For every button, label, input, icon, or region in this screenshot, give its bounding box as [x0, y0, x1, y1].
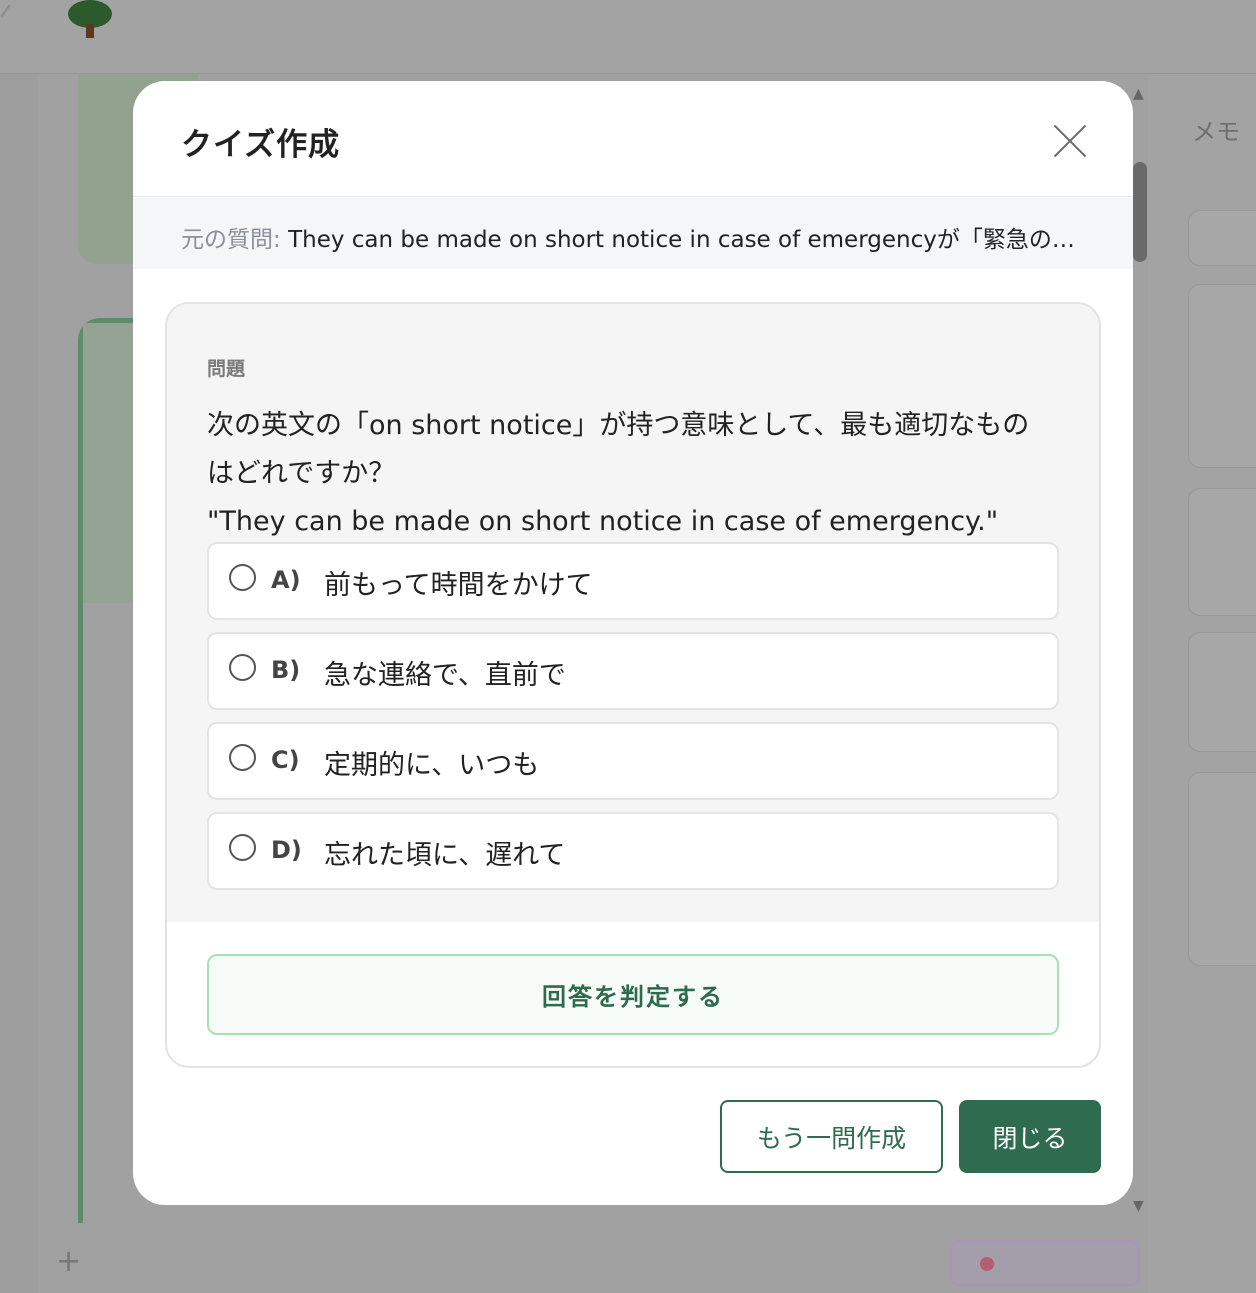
original-question-bar: 元の質問: They can be made on short notice i…: [133, 198, 1133, 269]
pencil-icon: [0, 4, 18, 22]
scroll-down-icon: ▼: [1133, 1198, 1144, 1214]
create-another-button[interactable]: もう一問作成: [720, 1100, 943, 1173]
question-line: はどれですか？: [207, 458, 396, 489]
question-sentence: "They can be made on short notice in cas…: [207, 506, 999, 537]
radio-icon[interactable]: [229, 744, 256, 771]
scrollbar-thumb: [1133, 162, 1147, 262]
memo-card: [1188, 284, 1256, 468]
memo-card: [1188, 632, 1256, 752]
question-label: 問題: [207, 358, 246, 380]
option-a[interactable]: A) 前もって時間をかけて: [207, 542, 1059, 620]
quiz-card: 問題 次の英文の「on short notice」が持つ意味として、最も適切なも…: [165, 302, 1101, 1068]
option-c[interactable]: C) 定期的に、いつも: [207, 722, 1059, 800]
original-question-label: 元の質問:: [181, 227, 281, 253]
memo-card: [1188, 772, 1256, 966]
option-text: 前もって時間をかけて: [324, 570, 593, 601]
close-icon[interactable]: [1051, 122, 1089, 160]
option-letter: B): [271, 656, 301, 684]
option-text: 忘れた頃に、遅れて: [324, 840, 566, 871]
quiz-modal: クイズ作成 元の質問: They can be made on short no…: [133, 81, 1133, 1205]
memo-label: メモ: [1192, 118, 1240, 146]
option-d[interactable]: D) 忘れた頃に、遅れて: [207, 812, 1059, 890]
option-text: 定期的に、いつも: [324, 750, 540, 781]
option-text: 急な連絡で、直前で: [324, 660, 566, 691]
thinking-mode-selector: [950, 1240, 1140, 1286]
original-question-text: They can be made on short notice in case…: [288, 227, 1075, 253]
question-area: 問題 次の英文の「on short notice」が持つ意味として、最も適切なも…: [167, 304, 1099, 922]
plus-icon: +: [56, 1244, 82, 1279]
modal-header: クイズ作成: [133, 81, 1133, 197]
judge-answer-button[interactable]: 回答を判定する: [207, 954, 1059, 1035]
question-text: 次の英文の「on short notice」が持つ意味として、最も適切なもの は…: [207, 402, 1067, 546]
modal-title: クイズ作成: [181, 127, 341, 163]
option-letter: A): [271, 566, 301, 594]
question-line: 次の英文の「on short notice」が持つ意味として、最も適切なもの: [207, 410, 1030, 441]
option-b[interactable]: B) 急な連絡で、直前で: [207, 632, 1059, 710]
app-header: [0, 0, 1256, 74]
tree-logo-icon: [66, 0, 114, 42]
thinking-icon: [980, 1257, 994, 1271]
radio-icon[interactable]: [229, 654, 256, 681]
radio-icon[interactable]: [229, 564, 256, 591]
memo-card: [1188, 488, 1256, 616]
close-button[interactable]: 閉じる: [959, 1100, 1101, 1173]
memo-input: [1188, 210, 1256, 266]
option-letter: C): [271, 746, 300, 774]
original-question: 元の質問: They can be made on short notice i…: [181, 220, 1081, 254]
option-letter: D): [271, 836, 302, 864]
radio-icon[interactable]: [229, 834, 256, 861]
scroll-up-icon: ▲: [1133, 86, 1144, 102]
